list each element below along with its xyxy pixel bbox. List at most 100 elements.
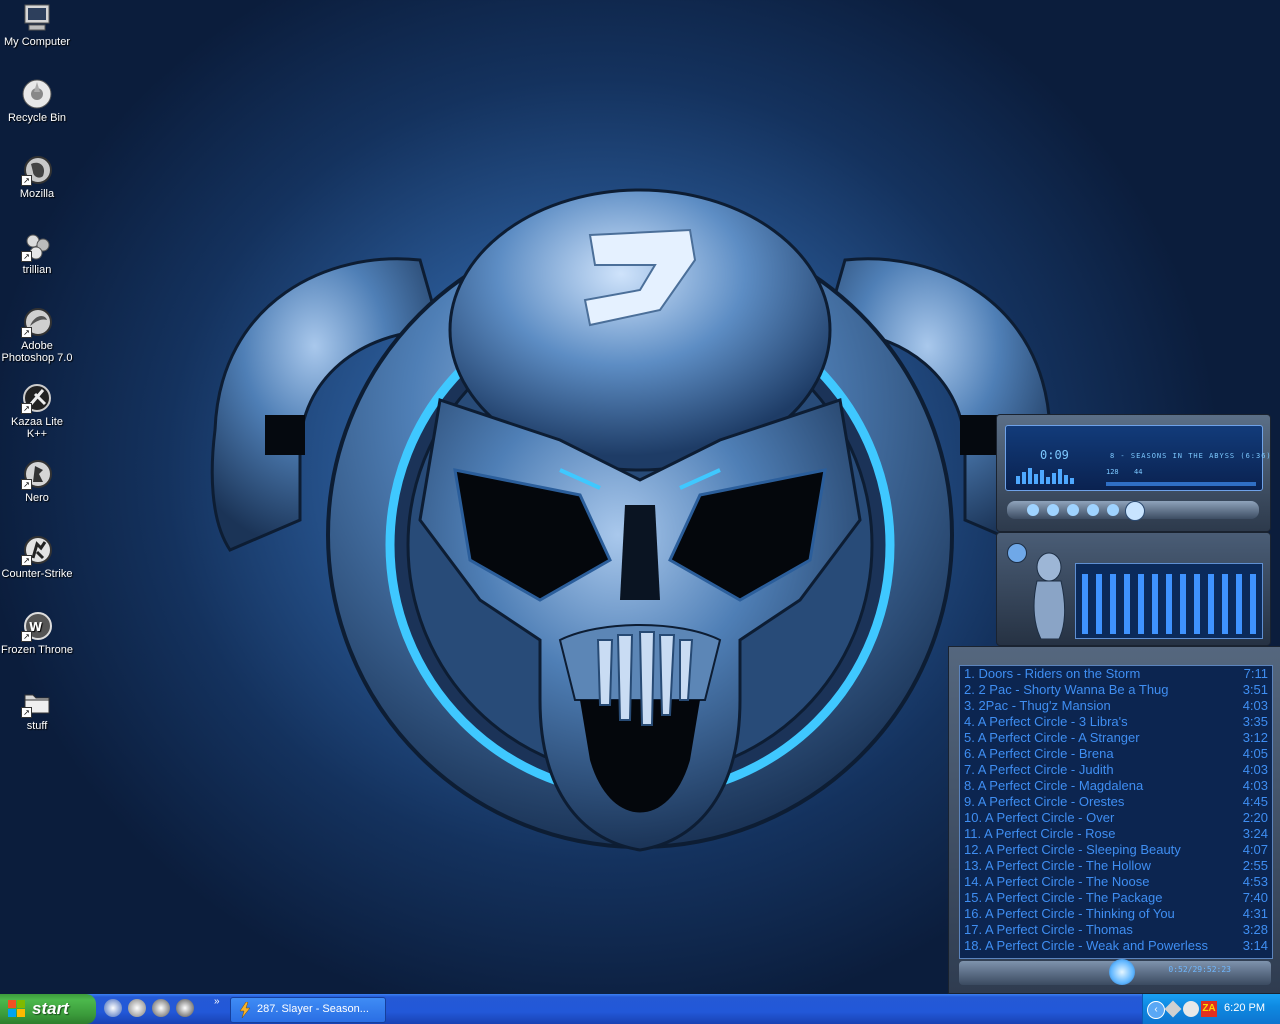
- desktop-icon-my-computer[interactable]: My Computer: [0, 2, 74, 48]
- quicklaunch-browser-icon[interactable]: [104, 999, 122, 1017]
- shortcut-arrow-icon: ↗: [21, 707, 32, 718]
- tray-clock[interactable]: 6:20 PM: [1224, 1002, 1265, 1014]
- desktop-icon-label: Nero: [25, 492, 49, 504]
- seek-bar[interactable]: [1106, 482, 1256, 486]
- playlist-item[interactable]: 14. A Perfect Circle - The Noose 4:53: [960, 874, 1272, 890]
- playback-time: 0:09: [1040, 448, 1069, 462]
- playlist-item-title: 8. A Perfect Circle - Magdalena: [964, 778, 1144, 793]
- playlist-item-length: 4:05: [1242, 746, 1268, 761]
- playlist-item[interactable]: 15. A Perfect Circle - The Package 7:40: [960, 890, 1272, 906]
- nero-icon: ↗: [21, 458, 53, 490]
- desktop-icon-recycle-bin[interactable]: Recycle Bin: [0, 78, 74, 124]
- playlist-item[interactable]: 9. A Perfect Circle - Orestes 4:45: [960, 794, 1272, 810]
- playlist-item-length: 2:55: [1242, 858, 1268, 873]
- playlist-item[interactable]: 1. Doors - Riders on the Storm 7:11: [960, 666, 1272, 682]
- playlist-item[interactable]: 13. A Perfect Circle - The Hollow 2:55: [960, 858, 1272, 874]
- playlist-item-length: 2:20: [1242, 810, 1268, 825]
- desktop-icon-frozen-throne[interactable]: W ↗ Frozen Throne: [0, 610, 74, 656]
- playlist-item[interactable]: 16. A Perfect Circle - Thinking of You 4:…: [960, 906, 1272, 922]
- playlist-item[interactable]: 6. A Perfect Circle - Brena 4:05: [960, 746, 1272, 762]
- desktop-icon-mozilla[interactable]: ↗ Mozilla: [0, 154, 74, 200]
- song-ticker: 8 - SEASONS IN THE ABYSS (6:36): [1110, 452, 1272, 460]
- playlist-item-length: 4:03: [1242, 778, 1268, 793]
- playlist-item[interactable]: 3. 2Pac - Thug'z Mansion 4:03: [960, 698, 1272, 714]
- playlist-orb-icon: [1109, 959, 1135, 985]
- winamp-lightning-icon: [239, 1002, 251, 1018]
- playlist-item-title: 18. A Perfect Circle - Weak and Powerles…: [964, 938, 1208, 953]
- stop-button[interactable]: [1087, 504, 1099, 516]
- desktop-icon-label: Frozen Throne: [1, 644, 73, 656]
- quicklaunch-mozilla-icon[interactable]: [176, 999, 194, 1017]
- playlist-item-title: 13. A Perfect Circle - The Hollow: [964, 858, 1151, 873]
- samplerate: 44: [1134, 468, 1143, 476]
- playlist-item-length: 7:11: [1243, 666, 1268, 681]
- media-player-window[interactable]: 0:09 8 - SEASONS IN THE ABYSS (6:36) 128…: [996, 414, 1271, 532]
- recycle-bin-icon: [21, 78, 53, 110]
- start-label: start: [32, 999, 69, 1018]
- playlist-item-title: 2. 2 Pac - Shorty Wanna Be a Thug: [964, 682, 1169, 697]
- playlist-item[interactable]: 8. A Perfect Circle - Magdalena 4:03: [960, 778, 1272, 794]
- folder-icon: ↗: [21, 686, 53, 718]
- playlist-list[interactable]: 1. Doors - Riders on the Storm 7:11 2. 2 P…: [959, 665, 1273, 959]
- playlist-item-title: 16. A Perfect Circle - Thinking of You: [964, 906, 1175, 921]
- frozen-throne-icon: W ↗: [21, 610, 53, 642]
- shortcut-arrow-icon: ↗: [21, 327, 32, 338]
- tray-network-icon[interactable]: [1164, 1000, 1182, 1018]
- previous-button[interactable]: [1027, 504, 1039, 516]
- tray-expand-icon[interactable]: ‹: [1147, 1001, 1165, 1019]
- taskbar-button-label: 287. Slayer - Season...: [257, 1003, 369, 1015]
- my-computer-icon: [21, 2, 53, 34]
- playlist-item[interactable]: 18. A Perfect Circle - Weak and Powerles…: [960, 938, 1272, 954]
- pause-button[interactable]: [1067, 504, 1079, 516]
- shortcut-arrow-icon: ↗: [21, 479, 32, 490]
- playlist-item-title: 12. A Perfect Circle - Sleeping Beauty: [964, 842, 1181, 857]
- playlist-item[interactable]: 12. A Perfect Circle - Sleeping Beauty 4:…: [960, 842, 1272, 858]
- desktop-icon-counter-strike[interactable]: ↗ Counter-Strike: [0, 534, 74, 580]
- playlist-item[interactable]: 5. A Perfect Circle - A Stranger 3:12: [960, 730, 1272, 746]
- taskbar: start » 287. Slayer - Season... ‹ ZA 6:2…: [0, 994, 1280, 1024]
- next-button[interactable]: [1107, 504, 1119, 516]
- quicklaunch-kazaa-icon[interactable]: [152, 999, 170, 1017]
- playlist-footer: 0:52/29:52:23: [959, 959, 1271, 985]
- desktop-icon-label: trillian: [22, 264, 52, 276]
- playlist-item-length: 4:07: [1242, 842, 1268, 857]
- trillian-icon: ↗: [21, 230, 53, 262]
- desktop-icon-trillian[interactable]: ↗ trillian: [0, 230, 74, 276]
- desktop-icon-label: My Computer: [3, 36, 71, 48]
- playlist-item[interactable]: 7. A Perfect Circle - Judith 4:03: [960, 762, 1272, 778]
- playlist-item-length: 3:14: [1242, 938, 1268, 953]
- desktop-icon-stuff[interactable]: ↗ stuff: [0, 686, 74, 732]
- playlist-item-length: 4:53: [1242, 874, 1268, 889]
- playlist-item-title: 6. A Perfect Circle - Brena: [964, 746, 1114, 761]
- playlist-item-length: 4:45: [1242, 794, 1268, 809]
- desktop-icon-kazaa[interactable]: ↗ Kazaa Lite K++: [0, 382, 74, 440]
- playlist-item[interactable]: 11. A Perfect Circle - Rose 3:24: [960, 826, 1272, 842]
- playlist-item-length: 4:03: [1242, 698, 1268, 713]
- equalizer-window[interactable]: [996, 532, 1271, 646]
- playlist-item-title: 7. A Perfect Circle - Judith: [964, 762, 1114, 777]
- playlist-item-title: 15. A Perfect Circle - The Package: [964, 890, 1163, 905]
- tray-zonealarm-icon[interactable]: ZA: [1201, 1001, 1217, 1017]
- playlist-item[interactable]: 4. A Perfect Circle - 3 Libra's 3:35: [960, 714, 1272, 730]
- desktop-icon-nero[interactable]: ↗ Nero: [0, 458, 74, 504]
- eject-button[interactable]: [1125, 501, 1145, 521]
- desktop-icon-photoshop[interactable]: ↗ Adobe Photoshop 7.0: [0, 306, 74, 364]
- taskbar-button-winamp[interactable]: 287. Slayer - Season...: [230, 997, 386, 1023]
- shortcut-arrow-icon: ↗: [21, 555, 32, 566]
- power-knob-icon[interactable]: [1007, 543, 1027, 563]
- playlist-window[interactable]: 1. Doors - Riders on the Storm 7:11 2. 2 P…: [948, 646, 1280, 994]
- quicklaunch-trillian-icon[interactable]: [128, 999, 146, 1017]
- player-controls: [1007, 501, 1259, 521]
- playlist-item[interactable]: 2. 2 Pac - Shorty Wanna Be a Thug 3:51: [960, 682, 1272, 698]
- playlist-item[interactable]: 10. A Perfect Circle - Over 2:20: [960, 810, 1272, 826]
- equalizer-sliders[interactable]: [1075, 563, 1263, 639]
- start-button[interactable]: start: [0, 994, 96, 1024]
- playlist-item-title: 4. A Perfect Circle - 3 Libra's: [964, 714, 1128, 729]
- playlist-item-length: 3:28: [1242, 922, 1268, 937]
- bitrate: 128: [1106, 468, 1119, 476]
- play-button[interactable]: [1047, 504, 1059, 516]
- tray-steam-icon[interactable]: [1183, 1001, 1199, 1017]
- quicklaunch-more-button[interactable]: »: [214, 996, 220, 1007]
- playlist-item[interactable]: 17. A Perfect Circle - Thomas 3:28: [960, 922, 1272, 938]
- playlist-item-length: 3:12: [1242, 730, 1268, 745]
